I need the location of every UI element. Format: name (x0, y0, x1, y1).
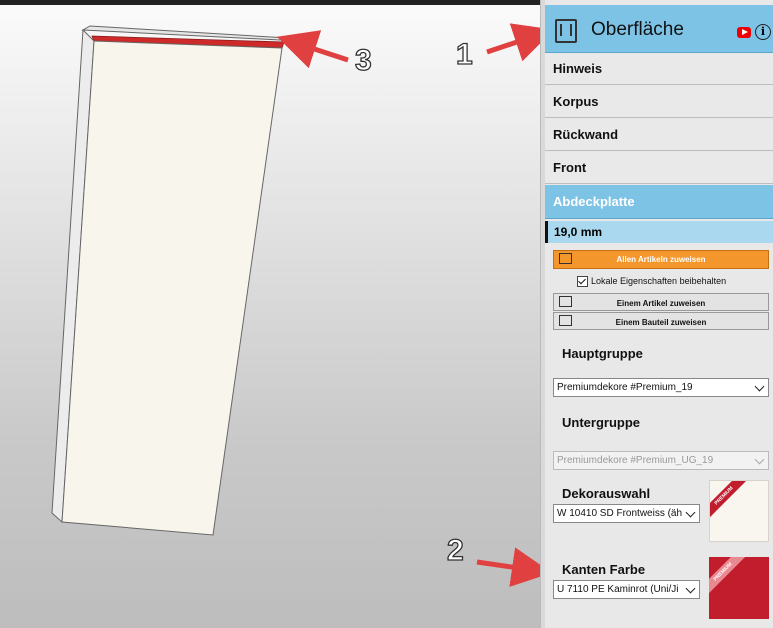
untergruppe-value: Premiumdekore #Premium_UG_19 (557, 455, 714, 466)
folder-icon (555, 19, 577, 43)
info-icon[interactable]: i (755, 24, 771, 40)
3d-viewport[interactable]: 3 1 2 (0, 0, 540, 628)
dekor-value: W 10410 SD Frontweiss (äh (557, 508, 683, 519)
keep-local-checkbox[interactable] (577, 276, 588, 288)
assign-all-label: Allen Artikeln zuweisen (616, 255, 706, 264)
dekor-select[interactable]: W 10410 SD Frontweiss (äh (553, 504, 700, 523)
kanten-select[interactable]: U 7110 PE Kaminrot (Uni/Ji (553, 580, 700, 599)
chevron-down-icon (685, 507, 696, 518)
assign-all-button[interactable]: Allen Artikeln zuweisen (553, 250, 769, 269)
annotation-number-3: 3 (354, 43, 372, 77)
untergruppe-select[interactable]: Premiumdekore #Premium_UG_19 (553, 451, 769, 470)
untergruppe-label: Untergruppe (562, 415, 640, 430)
youtube-icon[interactable] (737, 27, 751, 38)
hauptgruppe-select[interactable]: Premiumdekore #Premium_19 (553, 378, 769, 397)
assign-article-button[interactable]: Einem Artikel zuweisen (553, 293, 769, 311)
keep-local-label: Lokale Eigenschaften beibehalten (591, 276, 727, 286)
chevron-down-icon (754, 454, 765, 465)
section-rueckwand[interactable]: Rückwand (545, 119, 773, 151)
keep-local-row[interactable]: Lokale Eigenschaften beibehalten (577, 276, 727, 288)
kanten-value: U 7110 PE Kaminrot (Uni/Ji (557, 584, 679, 595)
surface-panel: Oberfläche i Hinweis Korpus Rückwand Fro… (545, 0, 773, 628)
premium-badge: PREMIUM (710, 481, 748, 520)
kanten-swatch[interactable]: PREMIUM (709, 557, 769, 619)
arrow-1 (486, 23, 540, 62)
dekor-swatch[interactable]: PREMIUM (709, 480, 769, 542)
assign-article-label: Einem Artikel zuweisen (616, 299, 706, 308)
annotation-number-1: 1 (455, 37, 473, 71)
hauptgruppe-label: Hauptgruppe (562, 346, 643, 361)
section-korpus[interactable]: Korpus (545, 86, 773, 118)
kanten-label: Kanten Farbe (562, 562, 646, 577)
chevron-down-icon (685, 583, 696, 594)
assign-part-label: Einem Bauteil zuweisen (615, 318, 707, 327)
arrow-3 (276, 30, 349, 69)
assign-part-button[interactable]: Einem Bauteil zuweisen (553, 312, 769, 330)
section-abdeckplatte[interactable]: Abdeckplatte (545, 185, 773, 219)
arrow-2 (476, 547, 540, 587)
section-front[interactable]: Front (545, 152, 773, 184)
annotation-number-2: 2 (446, 533, 464, 567)
thickness-tab[interactable]: 19,0 mm (545, 221, 773, 243)
panel-header: Oberfläche i (545, 5, 773, 53)
section-hinweis[interactable]: Hinweis (545, 53, 773, 85)
hauptgruppe-value: Premiumdekore #Premium_19 (557, 382, 693, 393)
dekor-label: Dekorauswahl (562, 486, 651, 501)
premium-badge: PREMIUM (709, 557, 747, 596)
chevron-down-icon (754, 381, 765, 392)
panel-title: Oberfläche (591, 19, 684, 40)
